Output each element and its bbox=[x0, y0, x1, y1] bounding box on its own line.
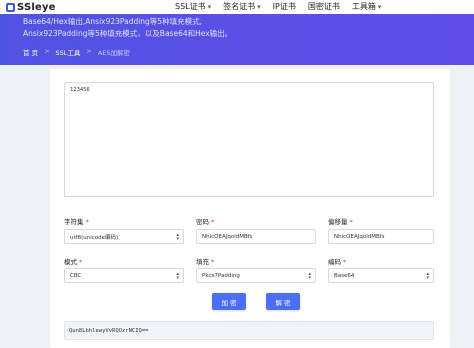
nav-item-sm[interactable]: 国密证书 bbox=[308, 1, 340, 12]
charset-select[interactable]: utf8(unicode编码) ▴ ▾ bbox=[64, 229, 184, 244]
hero-description-line2: Ansix923Padding等5种填充模式，以及Base64和Hex输出。 bbox=[23, 29, 233, 38]
logo-icon bbox=[6, 2, 15, 12]
chevron-down-icon: ▾ bbox=[377, 3, 382, 11]
chevron-down-icon: ▾ bbox=[207, 3, 212, 11]
nav-item-signing[interactable]: 签名证书 ▾ bbox=[223, 1, 261, 12]
brand-name: SSleye bbox=[17, 1, 56, 13]
iv-label: 偏移量 * bbox=[328, 218, 353, 226]
brand-logo[interactable]: SSleye bbox=[6, 1, 56, 13]
iv-input[interactable]: NhicOEAJqoldMBfs bbox=[328, 229, 434, 244]
breadcrumb: 首 页 > SSL工具 > AES加解密 bbox=[23, 47, 130, 57]
chevron-down-icon: ▾ bbox=[257, 3, 261, 11]
select-arrows-icon: ▴ ▾ bbox=[176, 232, 179, 242]
select-arrows-icon: ▴ ▾ bbox=[426, 271, 429, 281]
breadcrumb-home[interactable]: 首 页 bbox=[23, 47, 38, 57]
key-label: 密码 * bbox=[196, 218, 215, 226]
encoding-select[interactable]: Base64 ▴ ▾ bbox=[328, 268, 434, 283]
top-navbar: SSleye SSL证书 ▾ 签名证书 ▾ IP证书 国密证书 工具箱 ▾ bbox=[0, 0, 474, 14]
nav-item-tools[interactable]: 工具箱 ▾ bbox=[352, 1, 382, 12]
breadcrumb-current: AES加解密 bbox=[97, 49, 131, 57]
breadcrumb-separator: > bbox=[86, 47, 92, 55]
select-arrows-icon: ▴ ▾ bbox=[308, 271, 311, 281]
nav-item-ip[interactable]: IP证书 bbox=[273, 1, 296, 12]
aes-tool-card: 123456 字符集 * 密码 * 偏移量 * utf8(unicode编码) ▴ ▾ … bbox=[50, 69, 450, 348]
ciphertext-output[interactable]: Qun8LbhlewyVvRQOzrNCIQ== bbox=[64, 321, 434, 340]
charset-label: 字符集 * bbox=[64, 218, 89, 226]
decrypt-button[interactable]: 解 密 bbox=[266, 293, 300, 310]
plaintext-input[interactable]: 123456 bbox=[64, 82, 434, 197]
main-nav: SSL证书 ▾ 签名证书 ▾ IP证书 国密证书 工具箱 ▾ bbox=[175, 1, 381, 12]
encrypt-button[interactable]: 加 密 bbox=[212, 293, 246, 310]
nav-item-ssl[interactable]: SSL证书 ▾ bbox=[175, 1, 211, 12]
mode-label: 模式 * bbox=[64, 258, 83, 266]
encoding-label: 编码 * bbox=[328, 258, 347, 266]
hero-description-line1: Base64/Hex输出,Ansix923Padding等5种填充模式, bbox=[23, 17, 202, 26]
hero-banner: Base64/Hex输出,Ansix923Padding等5种填充模式, Ans… bbox=[0, 14, 474, 65]
padding-select[interactable]: Pkcs7Padding ▴ ▾ bbox=[196, 268, 316, 283]
select-arrows-icon: ▴ ▾ bbox=[176, 271, 179, 281]
key-input[interactable]: NhicOEAJqoldMBfs bbox=[196, 229, 316, 244]
mode-select[interactable]: CBC ▴ ▾ bbox=[64, 268, 184, 283]
padding-label: 填充 * bbox=[196, 258, 215, 266]
breadcrumb-separator: > bbox=[44, 47, 50, 55]
breadcrumb-ssl-tools[interactable]: SSL工具 bbox=[56, 47, 81, 57]
